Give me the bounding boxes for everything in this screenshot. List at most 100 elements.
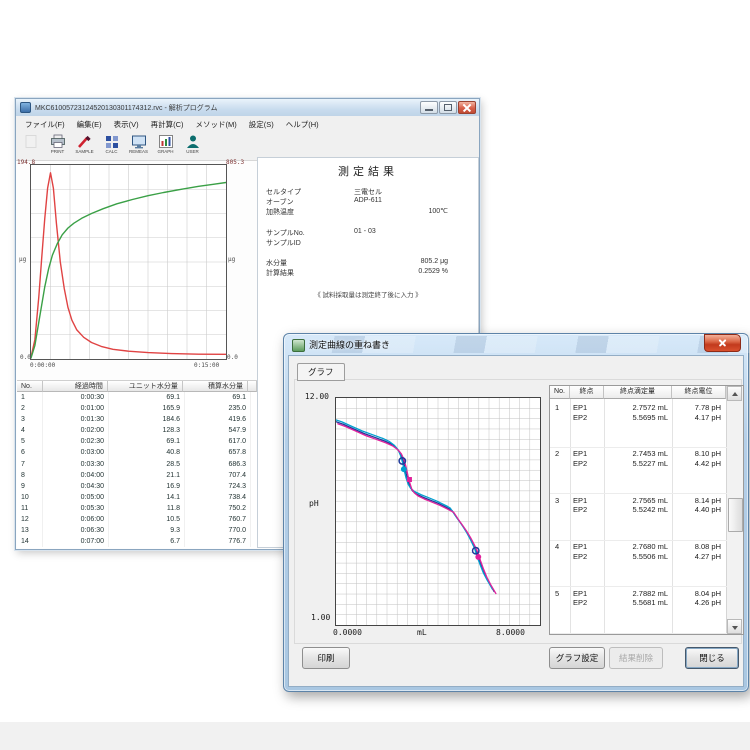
monitor-toolbar-button[interactable]: REMEAS: [126, 134, 151, 158]
scroll-down-icon[interactable]: [727, 619, 742, 634]
dlg-y-max: 12.00: [305, 392, 329, 401]
scrollbar-thumb[interactable]: [728, 498, 743, 532]
table-cell: 770.0: [185, 525, 251, 536]
dlg-y-min: 1.00: [311, 613, 330, 622]
table-cell: 6: [17, 447, 43, 458]
table-row[interactable]: 20:01:00165.9235.0: [17, 403, 257, 414]
table-cell: 128.3: [109, 425, 185, 436]
table-row[interactable]: 60:03:0040.8657.8: [17, 447, 257, 458]
ep-table-scrollbar[interactable]: [726, 386, 743, 634]
dlg-x-max: 8.0000: [496, 628, 525, 637]
table-row[interactable]: 100:05:0014.1738.4: [17, 492, 257, 503]
column-header[interactable]: 積算水分量: [183, 381, 248, 392]
table-cell: 419.6: [185, 414, 251, 425]
ep-volume-value: 5.5695 mL: [606, 413, 668, 422]
ep-group-row[interactable]: 4EP12.7680 mL8.08 pHEP25.5506 mL4.27 pH: [550, 540, 727, 587]
ep-column-header[interactable]: 終点滴定量: [604, 386, 672, 399]
measurement-table[interactable]: No.経過時間ユニット水分量積算水分量10:00:3069.169.120:01…: [17, 380, 257, 548]
result-label: オーブン: [266, 197, 294, 207]
table-row[interactable]: 40:02:00128.3547.9: [17, 425, 257, 436]
ep-column-header[interactable]: 終点: [570, 386, 604, 399]
tab-graph[interactable]: グラフ: [297, 363, 345, 381]
menu-item[interactable]: 編集(E): [71, 117, 108, 133]
column-header[interactable]: No.: [17, 381, 43, 392]
close-dialog-button[interactable]: 閉じる: [685, 647, 739, 669]
ep-column-header[interactable]: No.: [550, 386, 570, 399]
table-cell: 0:03:30: [43, 459, 109, 470]
printer-toolbar-button[interactable]: PRINT: [45, 134, 70, 158]
table-cell: 0:04:00: [43, 470, 109, 481]
toolbar-caption: PRINT: [51, 149, 65, 154]
ep-group-row[interactable]: 2EP12.7453 mL8.10 pHEP25.5227 mL4.42 pH: [550, 447, 727, 494]
table-row[interactable]: 30:01:30184.6419.6: [17, 414, 257, 425]
calc-grid-toolbar-button[interactable]: CALC: [99, 134, 124, 158]
result-row: セルタイプ三電セル: [266, 187, 448, 197]
scroll-up-icon[interactable]: [727, 386, 742, 401]
drying-curve-chart: [30, 164, 227, 360]
ep-endpoint-name: EP2: [573, 598, 587, 607]
close-icon[interactable]: [458, 101, 476, 114]
report-chart-toolbar-button[interactable]: GRAPH: [153, 134, 178, 158]
result-label: 水分量: [266, 258, 287, 268]
main-window-titlebar[interactable]: MKC61005723124520130301174312.rvc - 解析プロ…: [16, 99, 479, 117]
ep-line: EP25.5681 mL4.26 pH: [550, 598, 727, 607]
column-header[interactable]: 経過時間: [43, 381, 108, 392]
result-label: サンプルID: [266, 238, 301, 248]
table-cell: 0:07:00: [43, 536, 109, 547]
titration-overlay-chart: [335, 397, 541, 626]
table-row[interactable]: 90:04:3016.9724.3: [17, 481, 257, 492]
table-cell: 184.6: [109, 414, 185, 425]
x-axis-start: 0:00:00: [30, 362, 55, 369]
sample-pen-toolbar-button[interactable]: SAMPLE: [72, 134, 97, 158]
table-row[interactable]: 120:06:0010.5760.7: [17, 514, 257, 525]
left-axis-max: 194.8: [17, 159, 29, 166]
ep-column-header[interactable]: 終点電位: [672, 386, 726, 399]
menu-item[interactable]: 設定(S): [243, 117, 280, 133]
graph-settings-button[interactable]: グラフ設定: [549, 647, 605, 669]
table-cell: 0:01:30: [43, 414, 109, 425]
print-button[interactable]: 印刷: [302, 647, 350, 669]
ep-endpoint-name: EP2: [573, 459, 587, 468]
minimize-icon[interactable]: [420, 101, 438, 114]
menu-item[interactable]: 表示(V): [108, 117, 145, 133]
ep-group-row[interactable]: 3EP12.7565 mL8.14 pHEP25.5242 mL4.40 pH: [550, 494, 727, 541]
table-cell: 0:06:30: [43, 525, 109, 536]
dialog-icon: [292, 339, 305, 352]
table-row[interactable]: 70:03:3028.5686.3: [17, 459, 257, 470]
main-window-title: MKC61005723124520130301174312.rvc - 解析プロ…: [35, 103, 218, 113]
maximize-icon[interactable]: [439, 101, 457, 114]
ep-group-row[interactable]: 1EP12.7572 mL7.78 pHEP25.5695 mL4.17 pH: [550, 401, 727, 448]
table-row[interactable]: 130:06:309.3770.0: [17, 525, 257, 536]
ep-line: EP12.7565 mL8.14 pH: [550, 496, 727, 505]
ep-group-row[interactable]: 5EP12.7882 mL8.04 pHEP25.5681 mL4.26 pH: [550, 587, 727, 634]
table-cell: 724.3: [185, 481, 251, 492]
user-toolbar-button[interactable]: USER: [180, 134, 205, 158]
menu-item[interactable]: 再計算(C): [145, 117, 190, 133]
sample-pen-icon: [77, 134, 93, 149]
table-row[interactable]: 10:00:3069.169.1: [17, 392, 257, 403]
menu-item[interactable]: ファイル(F): [19, 117, 71, 133]
column-header[interactable]: ユニット水分量: [108, 381, 183, 392]
ep-potential-value: 4.42 pH: [672, 459, 721, 468]
table-cell: 3: [17, 414, 43, 425]
ep-volume-value: 2.7565 mL: [606, 496, 668, 505]
delete-results-button[interactable]: 結果削除: [609, 647, 663, 669]
ep-volume-value: 2.7453 mL: [606, 449, 668, 458]
x-axis-end: 0:15:00: [194, 362, 219, 369]
table-row[interactable]: 140:07:006.7776.7: [17, 536, 257, 547]
menu-item[interactable]: ヘルプ(H): [280, 117, 325, 133]
ep-line: EP12.7680 mL8.08 pH: [550, 542, 727, 551]
menu-item[interactable]: メソッド(M): [190, 117, 243, 133]
dialog-close-icon[interactable]: [704, 334, 741, 352]
ep-line: EP12.7572 mL7.78 pH: [550, 403, 727, 412]
ep-line: EP25.5695 mL4.17 pH: [550, 413, 727, 422]
calc-grid-icon: [104, 134, 120, 149]
table-row[interactable]: 50:02:3069.1617.0: [17, 436, 257, 447]
table-cell: 6.7: [109, 536, 185, 547]
table-cell: 0:00:30: [43, 392, 109, 403]
table-row[interactable]: 80:04:0021.1707.4: [17, 470, 257, 481]
endpoint-table[interactable]: No.終点終点滴定量終点電位 1EP12.7572 mL7.78 pHEP25.5…: [549, 385, 744, 635]
table-cell: 40.8: [109, 447, 185, 458]
table-row[interactable]: 110:05:3011.8750.2: [17, 503, 257, 514]
back-toolbar-button[interactable]: [18, 134, 43, 158]
